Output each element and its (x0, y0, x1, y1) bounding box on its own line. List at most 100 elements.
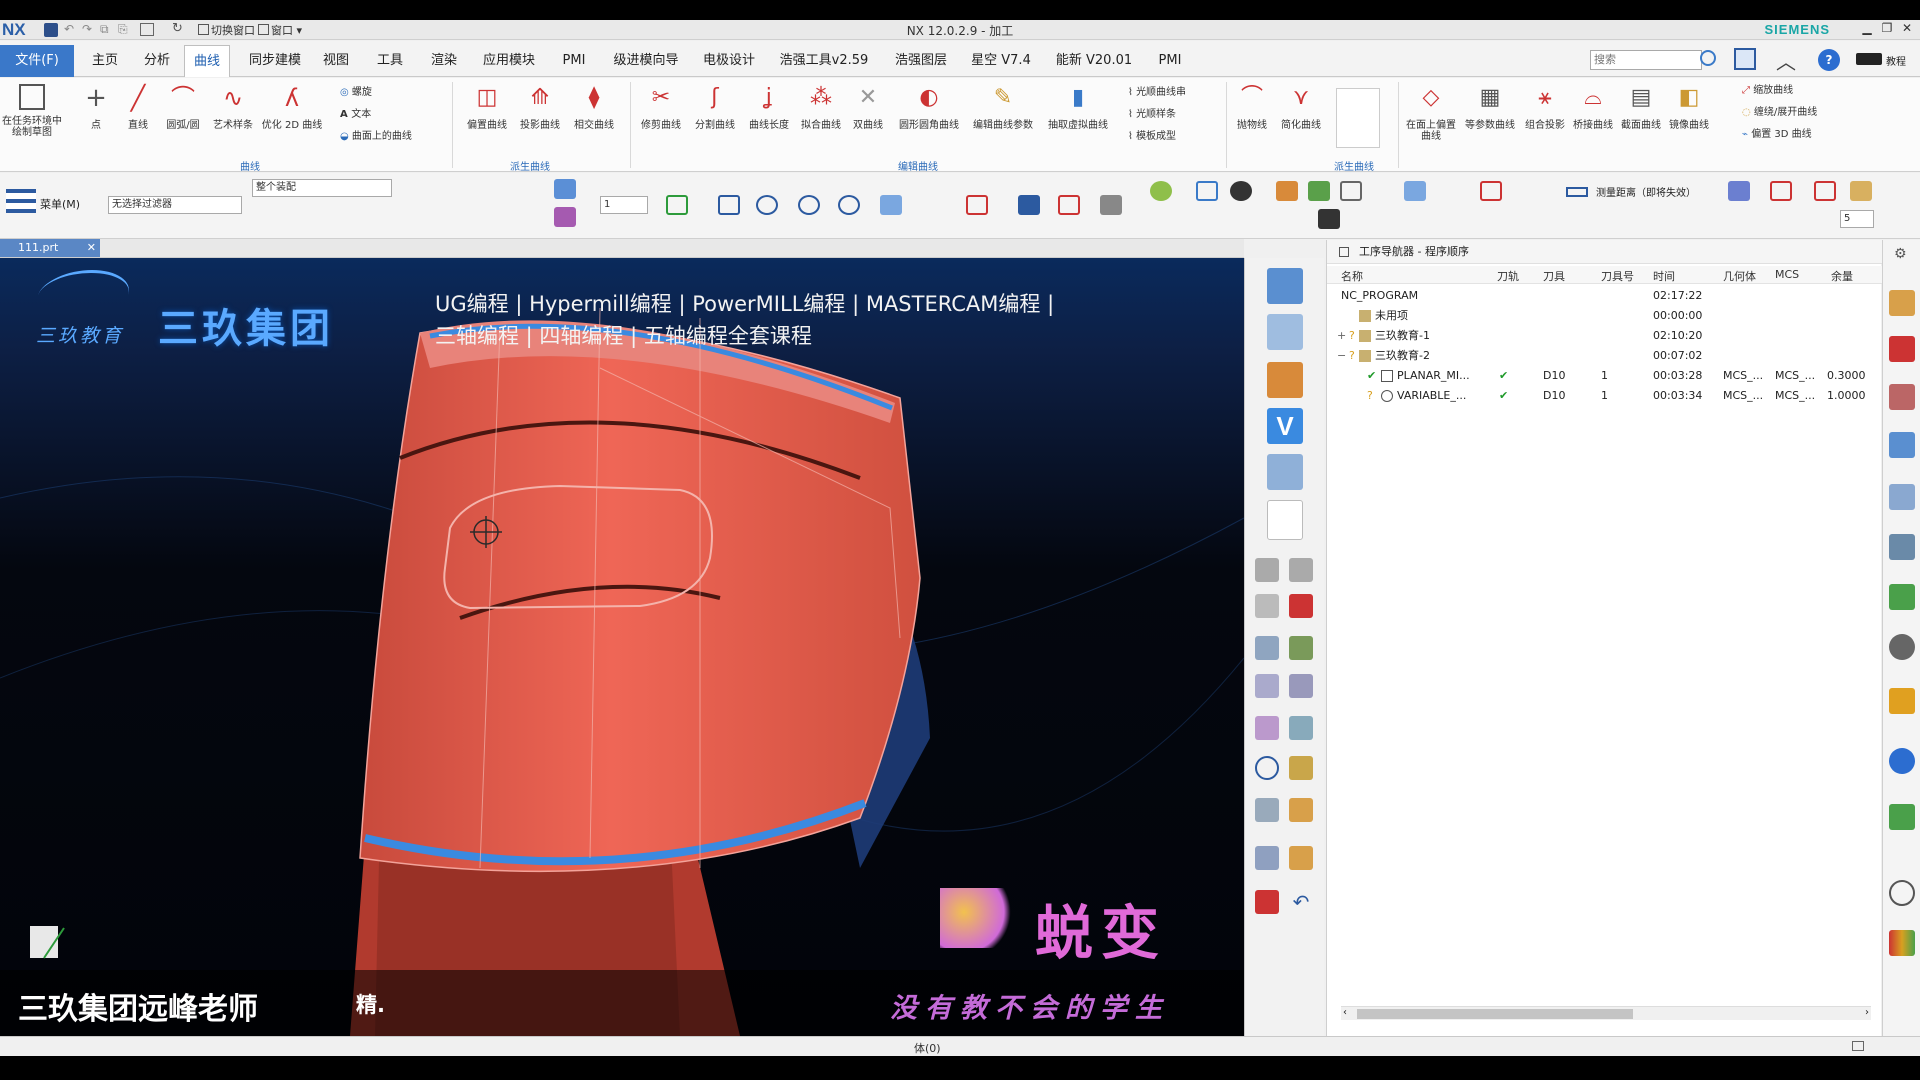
constraint-nav-icon[interactable] (1889, 336, 1915, 362)
tab-progressive-die[interactable]: 级进模向导 (608, 45, 684, 77)
hd3d-icon[interactable] (1889, 584, 1915, 610)
isoparametric-curve-button[interactable]: ▦ 等参数曲线 (1460, 84, 1520, 131)
shaded-view-icon[interactable] (554, 179, 576, 199)
operation-nav-icon[interactable] (1889, 432, 1915, 458)
plate-icon[interactable] (1255, 798, 1279, 822)
arc-circle-button[interactable]: ⌒ 圆弧/圆 (160, 84, 206, 131)
graphics-viewport[interactable]: 三玖教育 三玖集团 UG编程 | Hypermill编程 | PowerMILL… (0, 258, 1244, 1036)
save-view-icon[interactable] (1018, 195, 1040, 215)
settings-gear-icon[interactable]: ⚙ (1894, 246, 1907, 262)
tab-haoqiang-layers[interactable]: 浩强图层 (888, 45, 954, 77)
measure-distance-label[interactable]: 测量距离（即将失效） (1596, 184, 1696, 199)
datum-icon[interactable] (1814, 181, 1836, 201)
text-button[interactable]: A 文本 (340, 108, 371, 121)
select-icon[interactable] (1255, 716, 1279, 740)
tab-render[interactable]: 渲染 (426, 45, 462, 77)
rotate-icon[interactable] (798, 195, 820, 215)
section-view-icon[interactable] (1100, 195, 1122, 215)
layer-settings-icon[interactable] (1276, 181, 1298, 201)
list-icon[interactable] (1255, 594, 1279, 618)
tab-pmi[interactable]: PMI (556, 45, 592, 77)
tab-analysis[interactable]: 分析 (138, 45, 176, 77)
background-icon[interactable] (1340, 181, 1362, 201)
create-geometry-icon[interactable] (1267, 362, 1303, 398)
table-row[interactable]: + ? 三玖教育-1 02:10:20 (1327, 326, 1882, 346)
divide-curve-button[interactable]: ʃ 分割曲线 (690, 84, 740, 131)
section-curve-button[interactable]: ▤ 截面曲线 (1618, 84, 1664, 131)
gallery-box[interactable] (1336, 88, 1380, 148)
export-icon[interactable] (1289, 798, 1313, 822)
zoom-icon[interactable] (756, 195, 778, 215)
smooth-spline-button[interactable]: ⌇ 光顺样条 (1128, 108, 1176, 121)
hyperbola-button[interactable]: ✕ 双曲线 (846, 84, 890, 131)
collapse-ribbon-icon[interactable]: ︿ (1776, 46, 1796, 75)
create-program-icon[interactable] (1267, 268, 1303, 304)
bridge-curve-button[interactable]: ⌓ 桥接曲线 (1570, 84, 1616, 131)
step-dropdown[interactable]: 5 (1840, 210, 1874, 228)
simulate-icon[interactable] (1255, 846, 1279, 870)
close-icon[interactable]: ✕ (1896, 21, 1918, 39)
tool-holder-icon[interactable] (1289, 756, 1313, 780)
column-mcs[interactable]: MCS (1775, 268, 1799, 281)
verify-icon[interactable]: V (1267, 408, 1303, 444)
column-time[interactable]: 时间 (1653, 268, 1675, 284)
simplify-curve-button[interactable]: ⋎ 简化曲线 (1276, 84, 1326, 131)
column-name[interactable]: 名称 (1341, 268, 1363, 284)
curve-length-button[interactable]: ʝ 曲线长度 (744, 84, 794, 131)
edit-curve-params-button[interactable]: ✎ 编辑曲线参数 (968, 84, 1038, 131)
project-curve-button[interactable]: ⟰ 投影曲线 (514, 84, 566, 131)
selection-filter-dropdown[interactable]: 无选择过滤器 (108, 196, 242, 214)
assembly-nav-icon[interactable] (1889, 290, 1915, 316)
studio-spline-button[interactable]: ∿ 艺术样条 (210, 84, 256, 131)
scroll-left-icon[interactable]: ‹ (1343, 1007, 1347, 1018)
fit-curve-button[interactable]: ⁂ 拟合曲线 (796, 84, 846, 131)
create-method-icon[interactable] (1267, 454, 1303, 490)
offset-3d-curve-button[interactable]: ⌁ 偏置 3D 曲线 (1742, 128, 1812, 141)
studio-icon[interactable] (1308, 181, 1330, 201)
column-geometry[interactable]: 几何体 (1723, 268, 1756, 284)
generate-icon[interactable] (1289, 558, 1313, 582)
table-row[interactable]: ✔ PLANAR_MI... ✔ D10 1 00:03:28 MCS_... … (1327, 366, 1882, 386)
tab-nengxin[interactable]: 能新 V20.01 (1052, 45, 1136, 77)
scroll-right-icon[interactable]: › (1865, 1007, 1869, 1018)
offset-in-face-button[interactable]: ◇ 在面上偏置曲线 (1404, 84, 1458, 142)
table-row[interactable]: NC_PROGRAM 02:17:22 (1327, 286, 1882, 306)
process-studio-icon[interactable] (1889, 804, 1915, 830)
sphere-icon[interactable] (1150, 181, 1172, 201)
tutorial-label[interactable]: 教程 (1886, 53, 1906, 68)
parabola-button[interactable]: ⌒ 抛物线 (1232, 84, 1272, 131)
scrollbar-thumb[interactable] (1357, 1009, 1633, 1019)
column-tool[interactable]: 刀具 (1543, 268, 1565, 284)
replay-icon[interactable] (1255, 674, 1279, 698)
dark-bg-icon[interactable] (1318, 209, 1340, 229)
create-tool-icon[interactable] (1267, 314, 1303, 350)
book-icon[interactable] (1289, 846, 1313, 870)
menu-dropdown-button[interactable]: 菜单(M) (40, 196, 80, 212)
machine-nav-icon[interactable] (1889, 484, 1915, 510)
tab-haoqiang-tools[interactable]: 浩强工具v2.59 (776, 45, 872, 77)
search-input[interactable] (1590, 50, 1702, 70)
table-row[interactable]: ? VARIABLE_... ✔ D10 1 00:03:34 MCS_... … (1327, 386, 1882, 406)
navigator-pin-icon[interactable] (1339, 247, 1349, 257)
shop-doc-icon[interactable] (1289, 716, 1313, 740)
circular-fillet-curve-button[interactable]: ◐ 圆形圆角曲线 (894, 84, 964, 131)
web-browser-icon[interactable] (1889, 634, 1915, 660)
combined-projection-button[interactable]: ⚹ 组合投影 (1522, 84, 1568, 131)
reuse-library-icon[interactable] (1889, 534, 1915, 560)
line-button[interactable]: ╱ 直线 (120, 84, 156, 131)
fit-all-icon[interactable] (1058, 195, 1080, 215)
axis-icon[interactable] (1770, 181, 1792, 201)
menu-icon[interactable] (6, 189, 36, 213)
post-icon[interactable] (1289, 674, 1313, 698)
status-window-icon[interactable] (1852, 1041, 1864, 1051)
roles-icon[interactable] (1889, 930, 1915, 956)
target-icon[interactable] (1255, 756, 1279, 780)
zoom-extents-icon[interactable] (966, 195, 988, 215)
tab-application[interactable]: 应用模块 (478, 45, 540, 77)
extract-virtual-curve-button[interactable]: ▮ 抽取虚拟曲线 (1042, 84, 1114, 131)
tab-home[interactable]: 主页 (86, 45, 124, 77)
point-button[interactable]: + 点 (78, 84, 114, 131)
template-shaping-button[interactable]: ⌇ 模板成型 (1128, 130, 1176, 143)
stack-icon[interactable] (1289, 636, 1313, 660)
clock-icon[interactable] (1889, 880, 1915, 906)
